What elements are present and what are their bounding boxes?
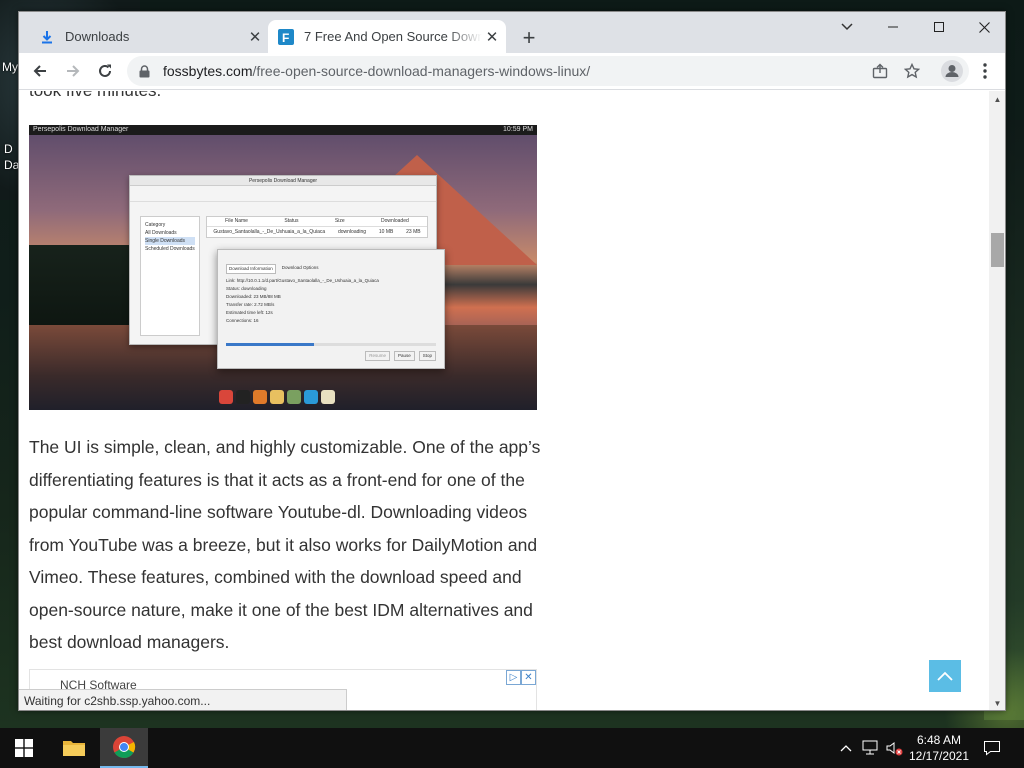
star-icon[interactable]: [898, 57, 926, 85]
forward-button[interactable]: [59, 57, 87, 85]
image-dialog-line: Link: http://10.0.1.1/d.part/Gustavo_San…: [226, 278, 379, 283]
fossbytes-favicon: F: [278, 28, 294, 45]
image-dock-icon: [236, 390, 250, 404]
tab-title: Downloads: [65, 29, 130, 44]
chrome-taskbar-button[interactable]: [100, 728, 148, 768]
adchoices-icon[interactable]: ▷: [506, 670, 521, 685]
chevron-up-icon[interactable]: [836, 738, 856, 758]
desktop-icon-label[interactable]: My: [2, 60, 18, 74]
image-app-dialog: Download Information Download Options Li…: [217, 249, 445, 369]
close-ad-icon[interactable]: ✕: [521, 670, 536, 685]
tab-fossbytes[interactable]: F 7 Free And Open Source Download Manage…: [268, 20, 506, 53]
image-dialog-tab: Download Options: [281, 265, 319, 270]
image-dock-icon: [287, 390, 301, 404]
image-dock: [219, 390, 359, 406]
folder-icon: [63, 741, 85, 756]
image-dock-icon: [270, 390, 284, 404]
tab-title: 7 Free And Open Source Download Managers: [304, 29, 482, 44]
image-dialog-line: Estimated time left: 12s: [226, 310, 273, 315]
scroll-to-top-button[interactable]: [929, 660, 961, 692]
profile-avatar[interactable]: [938, 57, 966, 85]
image-topbar-time: 10:59 PM: [503, 126, 533, 133]
chrome-icon: [113, 736, 136, 758]
image-column-header: Size: [334, 218, 345, 224]
image-dialog-tab: Download Information: [226, 264, 276, 274]
image-dialog-line: Connections: 16: [226, 318, 259, 323]
image-cell: downloading: [337, 229, 367, 235]
image-sidebar-item: Single Downloads: [145, 237, 195, 245]
image-sidebar-item: All Downloads: [145, 230, 177, 236]
image-app-title: Persepolis Download Manager: [130, 176, 436, 186]
image-sidebar-header: Category: [145, 222, 166, 228]
desktop-icon-label[interactable]: D: [4, 142, 13, 156]
close-icon[interactable]: ✕: [245, 27, 265, 47]
image-dialog-line: Downloaded: 23 MB/88 MB: [226, 294, 281, 299]
system-clock[interactable]: 6:48 AM 12/17/2021: [900, 732, 978, 764]
start-button[interactable]: [0, 728, 48, 768]
file-explorer-button[interactable]: [50, 728, 98, 768]
tab-search-icon[interactable]: [824, 12, 870, 42]
share-icon[interactable]: [866, 57, 894, 85]
lock-icon[interactable]: [139, 64, 153, 78]
clock-time: 6:48 AM: [916, 733, 962, 747]
image-dialog-button: Pause: [393, 351, 415, 361]
image-app-sidebar: Category All Downloads Single Downloads …: [140, 216, 200, 336]
url-path: /free-open-source-download-managers-wind…: [252, 63, 591, 79]
scroll-up-arrow[interactable]: ▲: [989, 91, 1005, 108]
image-cell: Gustavo_Santaolalla_-_De_Ushuaia_a_la_Qu…: [213, 229, 326, 235]
image-dock-icon: [219, 390, 233, 404]
article-text: took five minutes.: [29, 91, 161, 101]
clock-date: 12/17/2021: [908, 749, 970, 763]
image-forest: [29, 245, 139, 335]
windows-logo-icon: [15, 739, 33, 757]
scroll-down-arrow[interactable]: ▼: [989, 695, 1005, 710]
close-icon[interactable]: ✕: [482, 27, 502, 47]
url-host: fossbytes.com: [163, 63, 253, 79]
ad-badges: ▷ ✕: [506, 670, 536, 685]
reload-button[interactable]: [91, 57, 119, 85]
image-topbar: Persepolis Download Manager 10:59 PM: [29, 125, 537, 135]
maximize-button[interactable]: [916, 12, 962, 42]
new-tab-button[interactable]: +: [515, 24, 543, 52]
image-dock-icon: [253, 390, 267, 404]
image-dialog-button: Resume: [365, 351, 390, 361]
address-bar[interactable]: fossbytes.com/free-open-source-download-…: [127, 56, 969, 86]
image-column-header: Downloaded: [380, 218, 409, 224]
download-icon: [39, 29, 55, 45]
browser-window: Downloads ✕ F 7 Free And Open Source Dow…: [18, 11, 1006, 711]
tab-strip: Downloads ✕ F 7 Free And Open Source Dow…: [19, 12, 1005, 53]
image-topbar-title: Persepolis Download Manager: [33, 126, 129, 133]
article-paragraph: The UI is simple, clean, and highly cust…: [29, 437, 541, 652]
taskbar: 6:48 AM 12/17/2021: [0, 728, 1024, 768]
image-sidebar-item: Scheduled Downloads: [145, 246, 195, 252]
image-cell: 23 MB: [406, 229, 421, 235]
chevron-up-icon: [937, 671, 953, 681]
image-dialog-line: Status: downloading: [226, 286, 267, 291]
browser-toolbar: fossbytes.com/free-open-source-download-…: [19, 53, 1005, 90]
status-bubble: Waiting for c2shb.ssp.yahoo.com...: [19, 689, 347, 710]
scrollbar-thumb[interactable]: [991, 233, 1004, 267]
image-app-toolbar: [130, 186, 436, 202]
image-column-header: Status: [284, 218, 299, 224]
menu-icon[interactable]: [971, 57, 999, 85]
image-dock-icon: [321, 390, 335, 404]
notifications-icon[interactable]: [982, 738, 1002, 758]
minimize-button[interactable]: [870, 12, 916, 42]
back-button[interactable]: [26, 57, 54, 85]
image-progress-bar: [226, 343, 436, 346]
image-app-grid: File Name Status Size Downloaded Gustavo…: [206, 216, 428, 238]
network-icon[interactable]: [860, 738, 880, 758]
page-content: took five minutes. Persepolis Download M…: [19, 91, 989, 710]
svg-text:F: F: [282, 31, 289, 45]
image-progress-fill: [226, 343, 315, 346]
image-cell: 10 MB: [378, 229, 394, 235]
vertical-scrollbar[interactable]: ▲ ▼: [989, 91, 1005, 710]
image-dialog-line: Transfer rate: 2.72 MB/s: [226, 302, 275, 307]
close-window-button[interactable]: [961, 12, 1005, 42]
image-dialog-button: Stop: [418, 351, 436, 361]
image-column-header: File Name: [225, 218, 248, 224]
article-screenshot-image: Persepolis Download Manager 10:59 PM Per…: [29, 125, 537, 410]
image-dock-icon: [304, 390, 318, 404]
tab-downloads[interactable]: Downloads ✕: [27, 20, 269, 53]
